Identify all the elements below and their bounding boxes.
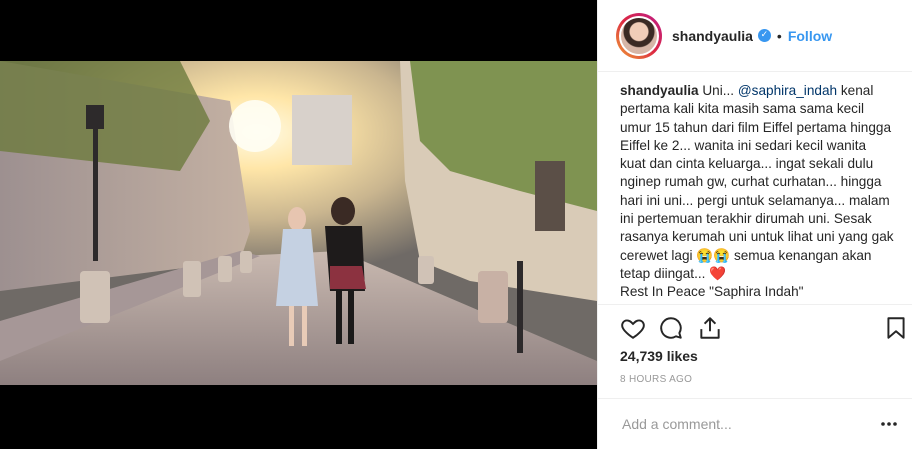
caption-username[interactable]: shandyaulia — [620, 83, 699, 98]
street-photo-illustration — [0, 61, 597, 385]
caption-mention-link[interactable]: @saphira_indah — [738, 83, 837, 98]
more-options-icon[interactable] — [881, 421, 897, 427]
post-side-panel: shandyaulia ✓ • Follow shandyaulia Uni..… — [597, 0, 912, 449]
caption-text-body: kenal pertama kali kita masih sama sama … — [620, 83, 894, 300]
comment-bar — [598, 398, 912, 449]
post-caption: shandyaulia Uni... @saphira_indah kenal … — [598, 72, 912, 302]
bookmark-icon[interactable] — [883, 315, 909, 341]
caption-scroll-area[interactable]: shandyaulia Uni... @saphira_indah kenal … — [598, 72, 912, 304]
post-photo[interactable] — [0, 61, 597, 385]
action-bar — [598, 304, 912, 348]
likes-count[interactable]: 24,739 likes — [620, 348, 698, 364]
header-username[interactable]: shandyaulia — [672, 28, 753, 44]
follow-button[interactable]: Follow — [788, 28, 832, 44]
media-pane — [0, 0, 597, 449]
avatar-story-ring[interactable] — [616, 12, 662, 59]
caption-text-intro: Uni... — [698, 83, 738, 98]
post-header: shandyaulia ✓ • Follow — [598, 0, 912, 72]
avatar[interactable] — [619, 15, 659, 56]
separator-dot: • — [776, 27, 782, 44]
comment-icon[interactable] — [658, 315, 684, 341]
share-icon[interactable] — [697, 315, 723, 341]
comment-input[interactable] — [620, 415, 874, 433]
heart-icon[interactable] — [620, 315, 646, 341]
verified-badge-icon: ✓ — [757, 29, 771, 42]
post-timestamp[interactable]: 8 HOURS AGO — [620, 374, 692, 385]
